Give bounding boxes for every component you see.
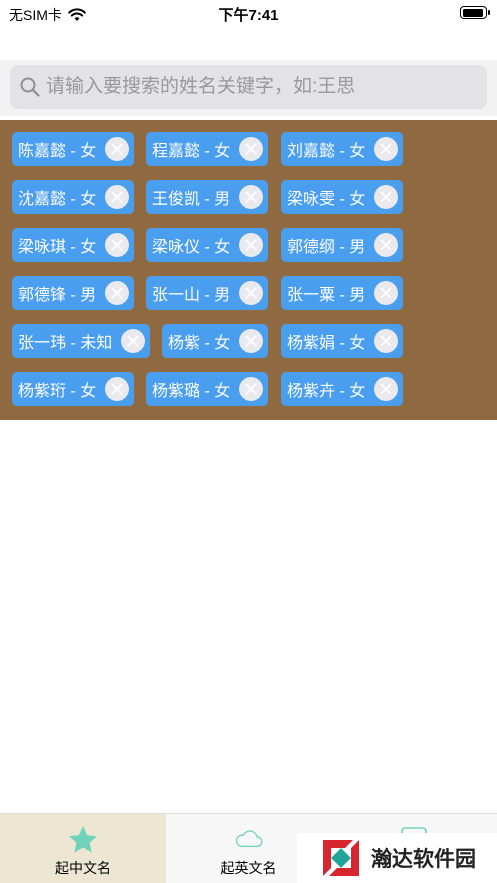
tag-label: 程嘉懿 - 女	[152, 143, 231, 160]
cloud-icon	[235, 830, 262, 848]
name-tag[interactable]: 梁咏琪 - 女	[12, 228, 134, 262]
watermark: 瀚达软件园	[297, 833, 497, 883]
tab-label: 起英文名	[220, 860, 277, 876]
star-icon	[69, 826, 97, 853]
remove-tag-icon[interactable]	[239, 377, 263, 401]
remove-tag-icon[interactable]	[105, 377, 129, 401]
tag-label: 张一玮 - 未知	[18, 335, 113, 352]
tag-label: 张一山 - 男	[152, 287, 231, 304]
status-time: 下午7:41	[218, 7, 279, 24]
name-tag[interactable]: 杨紫卉 - 女	[281, 372, 403, 406]
remove-tag-icon[interactable]	[374, 329, 398, 353]
name-tag[interactable]: 杨紫 - 女	[162, 324, 268, 358]
tag-label: 郭德纲 - 男	[287, 239, 366, 256]
tag-label: 杨紫 - 女	[168, 335, 231, 352]
tag-label: 张一粟 - 男	[287, 287, 366, 304]
search-box[interactable]	[10, 65, 487, 109]
name-tag[interactable]: 张一粟 - 男	[281, 276, 403, 310]
name-tag[interactable]: 杨紫璐 - 女	[146, 372, 268, 406]
tag-label: 沈嘉懿 - 女	[18, 191, 97, 208]
name-tag[interactable]: 王俊凯 - 男	[146, 180, 268, 214]
remove-tag-icon[interactable]	[121, 329, 145, 353]
tag-label: 杨紫卉 - 女	[287, 383, 366, 400]
tag-label: 梁咏雯 - 女	[287, 191, 366, 208]
tag-label: 杨紫璐 - 女	[152, 383, 231, 400]
name-tag[interactable]: 梁咏仪 - 女	[146, 228, 268, 262]
remove-tag-icon[interactable]	[239, 281, 263, 305]
name-tag[interactable]: 沈嘉懿 - 女	[12, 180, 134, 214]
name-tag[interactable]: 郭德纲 - 男	[281, 228, 403, 262]
remove-tag-icon[interactable]	[374, 377, 398, 401]
remove-tag-icon[interactable]	[239, 137, 263, 161]
name-tag[interactable]: 刘嘉懿 - 女	[281, 132, 403, 166]
remove-tag-icon[interactable]	[374, 185, 398, 209]
watermark-logo-icon	[319, 836, 363, 880]
tab-chinese-name[interactable]: 起中文名	[0, 814, 166, 883]
tags-container: 陈嘉懿 - 女 程嘉懿 - 女 刘嘉懿 - 女沈嘉懿 - 女 王俊凯 - 男 梁咏雯 -…	[0, 120, 497, 420]
remove-tag-icon[interactable]	[105, 137, 129, 161]
search-icon	[20, 77, 40, 97]
name-tag[interactable]: 杨紫娟 - 女	[281, 324, 403, 358]
remove-tag-icon[interactable]	[239, 233, 263, 257]
name-tag[interactable]: 张一山 - 男	[146, 276, 268, 310]
name-tag[interactable]: 张一玮 - 未知	[12, 324, 150, 358]
name-tag[interactable]: 梁咏雯 - 女	[281, 180, 403, 214]
remove-tag-icon[interactable]	[374, 137, 398, 161]
tag-label: 杨紫娟 - 女	[287, 335, 366, 352]
remove-tag-icon[interactable]	[105, 185, 129, 209]
watermark-text: 瀚达软件园	[371, 846, 476, 871]
tag-label: 梁咏琪 - 女	[18, 239, 97, 256]
search-input[interactable]	[46, 76, 466, 98]
status-bar: 无SIM卡 下午7:41	[0, 0, 497, 26]
navigation-bar	[0, 26, 497, 62]
name-tag[interactable]: 陈嘉懿 - 女	[12, 132, 134, 166]
tag-label: 刘嘉懿 - 女	[287, 143, 366, 160]
remove-tag-icon[interactable]	[239, 329, 263, 353]
remove-tag-icon[interactable]	[105, 233, 129, 257]
name-tag[interactable]: 杨紫珩 - 女	[12, 372, 134, 406]
battery-icon	[460, 6, 490, 19]
name-tag[interactable]: 郭德锋 - 男	[12, 276, 134, 310]
tag-label: 陈嘉懿 - 女	[18, 143, 97, 160]
battery-level	[462, 8, 483, 17]
name-tag[interactable]: 程嘉懿 - 女	[146, 132, 268, 166]
tag-label: 王俊凯 - 男	[152, 191, 231, 208]
tab-label: 起中文名	[55, 860, 111, 876]
remove-tag-icon[interactable]	[374, 233, 398, 257]
search-bar	[0, 60, 497, 116]
tag-label: 梁咏仪 - 女	[152, 239, 231, 256]
tag-label: 郭德锋 - 男	[18, 287, 97, 304]
remove-tag-icon[interactable]	[239, 185, 263, 209]
remove-tag-icon[interactable]	[105, 281, 129, 305]
tag-label: 杨紫珩 - 女	[18, 383, 97, 400]
remove-tag-icon[interactable]	[374, 281, 398, 305]
